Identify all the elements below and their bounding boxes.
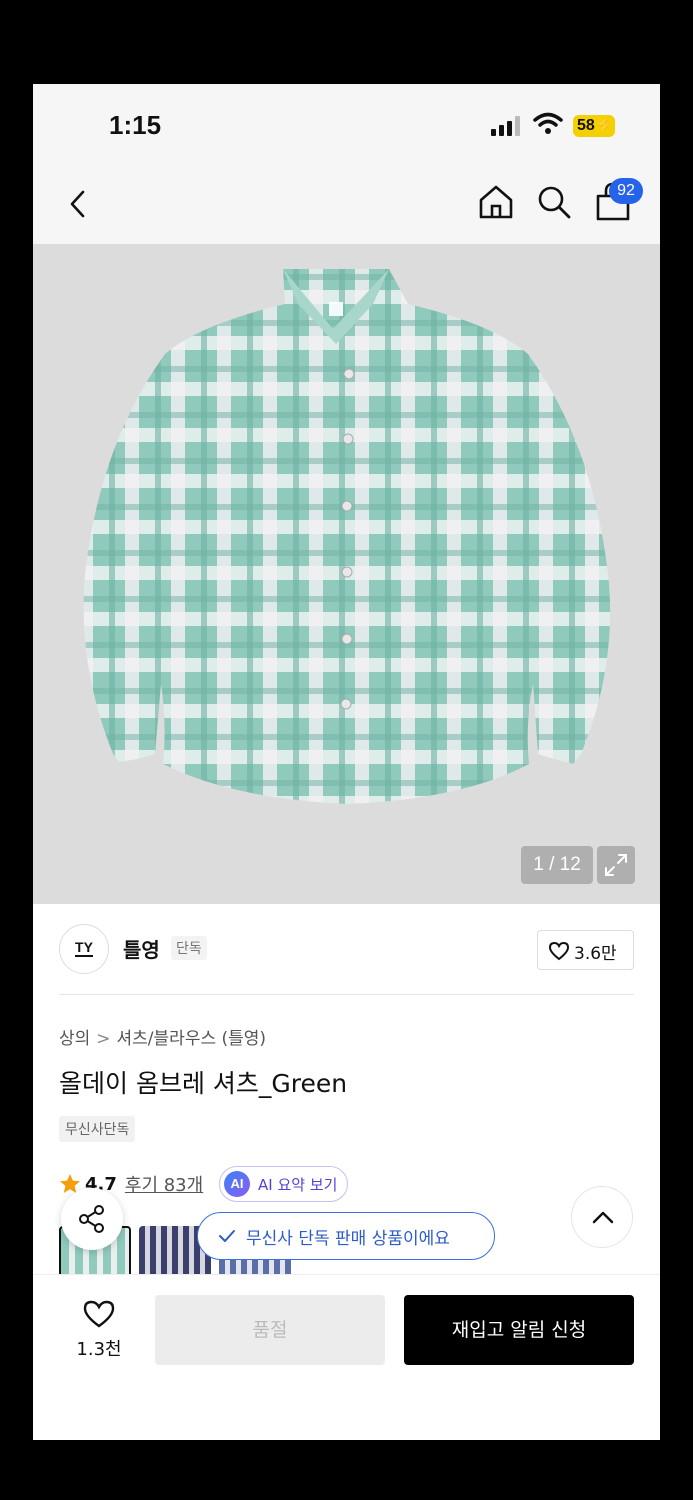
chevron-up-icon bbox=[592, 1211, 614, 1224]
brand-name[interactable]: 틀영 bbox=[123, 934, 160, 963]
soldout-button: 품절 bbox=[155, 1295, 385, 1365]
divider bbox=[59, 994, 634, 995]
cart-count-badge: 92 bbox=[609, 178, 643, 204]
battery-level: 58 bbox=[577, 117, 595, 134]
product-title: 올데이 옴브레 셔츠_Green bbox=[59, 1069, 348, 1098]
brand-logo[interactable]: TY bbox=[59, 924, 109, 974]
exclusive-badge: 무신사단독 bbox=[59, 1116, 136, 1142]
product-image-gallery[interactable]: 1 / 12 bbox=[33, 244, 660, 904]
signal-icon bbox=[491, 116, 520, 136]
search-icon[interactable] bbox=[535, 182, 573, 222]
heart-icon bbox=[83, 1300, 115, 1328]
battery-indicator: 58⚡ bbox=[573, 115, 615, 137]
brand-row[interactable]: TY 틀영 단독 3.6만 bbox=[33, 904, 660, 996]
brand-like-count: 3.6만 bbox=[574, 944, 617, 964]
exclusive-toast: 무신사 단독 판매 상품이에요 bbox=[197, 1212, 495, 1260]
status-time: 1:15 bbox=[109, 110, 162, 140]
breadcrumb: 상의 > 셔츠/블라우스 (틀영) bbox=[59, 1024, 266, 1049]
breadcrumb-subcategory[interactable]: 셔츠/블라우스 (틀영) bbox=[117, 1029, 267, 1049]
back-icon[interactable] bbox=[63, 186, 95, 222]
check-icon bbox=[219, 1230, 235, 1242]
expand-icon[interactable] bbox=[597, 846, 635, 884]
ai-icon: AI bbox=[224, 1171, 250, 1197]
restock-alert-button[interactable]: 재입고 알림 신청 bbox=[404, 1295, 634, 1365]
phone-screen: 1:15 58⚡ 92 1 / 12 TY 틀영 단독 3.6만 상의 > 셔츠… bbox=[33, 84, 660, 1440]
brand-exclusive-tag: 단독 bbox=[171, 936, 207, 960]
wifi-icon bbox=[533, 112, 563, 134]
heart-icon bbox=[548, 941, 570, 961]
ai-summary-button[interactable]: AI AI 요약 보기 bbox=[219, 1166, 349, 1202]
brand-like-button[interactable]: 3.6만 bbox=[537, 930, 634, 970]
share-icon bbox=[79, 1205, 104, 1233]
breadcrumb-category[interactable]: 상의 bbox=[59, 1029, 90, 1049]
toast-text: 무신사 단독 판매 상품이에요 bbox=[246, 1228, 450, 1249]
home-icon[interactable] bbox=[477, 182, 515, 222]
breadcrumb-separator: > bbox=[96, 1029, 111, 1049]
product-like-count: 1.3천 bbox=[76, 1339, 122, 1360]
review-count-link[interactable]: 후기 83개 bbox=[125, 1171, 203, 1197]
share-button[interactable] bbox=[61, 1188, 123, 1250]
bottom-action-bar: 1.3천 품절 재입고 알림 신청 bbox=[33, 1274, 660, 1440]
ai-summary-label: AI 요약 보기 bbox=[258, 1175, 338, 1194]
top-nav bbox=[33, 168, 660, 244]
scroll-top-button[interactable] bbox=[571, 1186, 633, 1248]
brand-logo-text: TY bbox=[75, 925, 93, 957]
product-like-button[interactable]: 1.3천 bbox=[69, 1299, 129, 1369]
image-counter: 1 / 12 bbox=[521, 846, 593, 884]
product-image bbox=[83, 269, 611, 804]
status-bar: 1:15 58⚡ bbox=[33, 84, 660, 168]
